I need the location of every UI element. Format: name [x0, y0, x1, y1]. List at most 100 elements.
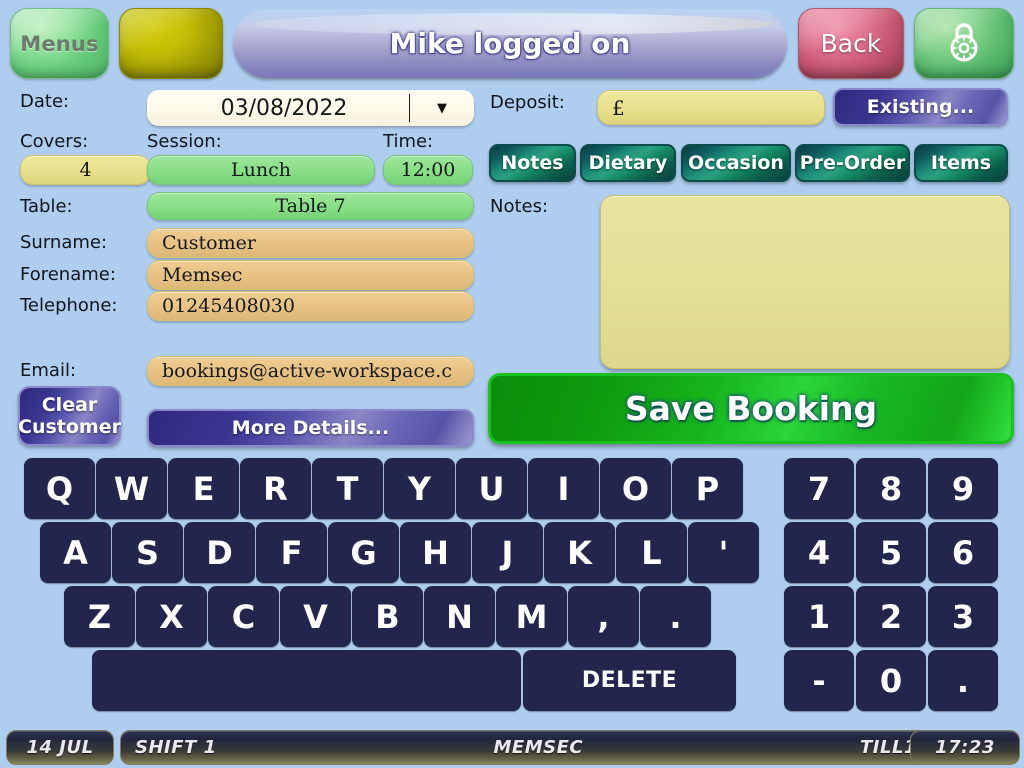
key-l[interactable]: L — [616, 522, 687, 583]
key-u[interactable]: U — [456, 458, 527, 519]
tab-dietary[interactable]: Dietary — [580, 144, 676, 182]
key-space[interactable] — [92, 650, 521, 711]
deposit-label: Deposit: — [490, 92, 565, 113]
numpad-key-period[interactable]: . — [928, 650, 998, 711]
date-input[interactable]: 03/08/2022 ▼ — [147, 90, 474, 126]
covers-value: 4 — [79, 159, 92, 181]
numpad-key-9[interactable]: 9 — [928, 458, 998, 519]
key-w[interactable]: W — [96, 458, 167, 519]
key-s-label: S — [135, 533, 160, 572]
numpad-key-9-label: 9 — [951, 469, 975, 508]
key-z[interactable]: Z — [64, 586, 135, 647]
key-i[interactable]: I — [528, 458, 599, 519]
key-v-label: V — [303, 597, 328, 636]
deposit-input[interactable]: £ — [597, 90, 825, 125]
chevron-down-icon[interactable]: ▼ — [410, 101, 474, 116]
notes-textarea[interactable] — [600, 195, 1010, 369]
logged-on-text: Mike logged on — [389, 27, 631, 60]
key-e[interactable]: E — [168, 458, 239, 519]
key-m[interactable]: M — [496, 586, 567, 647]
key-f[interactable]: F — [256, 522, 327, 583]
padlock-icon — [946, 21, 982, 67]
key-c[interactable]: C — [208, 586, 279, 647]
numpad-key-7[interactable]: 7 — [784, 458, 854, 519]
time-selector[interactable]: 12:00 — [383, 155, 473, 185]
tab-occasion[interactable]: Occasion — [681, 144, 791, 182]
unlabeled-olive-button[interactable] — [119, 8, 223, 79]
numpad-key-1[interactable]: 1 — [784, 586, 854, 647]
menus-button-label: Menus — [20, 31, 99, 56]
table-selector[interactable]: Table 7 — [147, 192, 474, 220]
key-q-label: Q — [45, 469, 74, 508]
key-n[interactable]: N — [424, 586, 495, 647]
key-comma-label: , — [597, 597, 610, 636]
numpad-key-5[interactable]: 5 — [856, 522, 926, 583]
menus-button[interactable]: Menus — [10, 8, 109, 79]
numpad-key-8-label: 8 — [879, 469, 903, 508]
session-selector[interactable]: Lunch — [147, 155, 375, 185]
key-q[interactable]: Q — [24, 458, 95, 519]
numpad-key-6[interactable]: 6 — [928, 522, 998, 583]
numpad-key-minus[interactable]: - — [784, 650, 854, 711]
key-k[interactable]: K — [544, 522, 615, 583]
key-y[interactable]: Y — [384, 458, 455, 519]
key-period[interactable]: . — [640, 586, 711, 647]
lock-button[interactable] — [914, 8, 1014, 79]
key-g[interactable]: G — [328, 522, 399, 583]
key-p[interactable]: P — [672, 458, 743, 519]
key-r-label: R — [263, 469, 288, 508]
key-f-label: F — [280, 533, 303, 572]
status-date-label: 14 JUL — [26, 737, 94, 758]
key-apostrophe[interactable]: ' — [688, 522, 759, 583]
key-j-label: J — [501, 533, 514, 572]
status-till-label: TILL1 — [860, 737, 917, 758]
session-value: Lunch — [231, 159, 291, 181]
tab-notes[interactable]: Notes — [489, 144, 576, 182]
key-x[interactable]: X — [136, 586, 207, 647]
key-v[interactable]: V — [280, 586, 351, 647]
numpad-key-4[interactable]: 4 — [784, 522, 854, 583]
email-input[interactable]: bookings@active-workspace.c — [147, 356, 474, 386]
more-details-button[interactable]: More Details... — [147, 409, 474, 447]
time-label: Time: — [383, 131, 434, 152]
numpad-key-0-label: 0 — [879, 661, 903, 700]
clear-customer-button[interactable]: Clear Customer — [18, 386, 121, 446]
numpad-key-2[interactable]: 2 — [856, 586, 926, 647]
covers-input[interactable]: 4 — [20, 155, 151, 185]
save-booking-button[interactable]: Save Booking — [488, 373, 1014, 444]
key-h[interactable]: H — [400, 522, 471, 583]
back-button-label: Back — [820, 29, 882, 58]
key-apostrophe-label: ' — [718, 533, 729, 572]
key-e-label: E — [192, 469, 215, 508]
forename-value: Memsec — [162, 264, 243, 286]
key-s[interactable]: S — [112, 522, 183, 583]
tab-items[interactable]: Items — [914, 144, 1008, 182]
numpad-key-4-label: 4 — [807, 533, 831, 572]
telephone-value: 01245408030 — [162, 295, 295, 317]
forename-input[interactable]: Memsec — [147, 260, 474, 290]
key-a-label: A — [63, 533, 88, 572]
back-button[interactable]: Back — [798, 8, 904, 79]
numpad-key-8[interactable]: 8 — [856, 458, 926, 519]
key-j[interactable]: J — [472, 522, 543, 583]
save-booking-label: Save Booking — [624, 389, 878, 428]
key-t[interactable]: T — [312, 458, 383, 519]
key-b[interactable]: B — [352, 586, 423, 647]
existing-button[interactable]: Existing... — [833, 88, 1008, 126]
tab-preorder[interactable]: Pre-Order — [795, 144, 910, 182]
numpad-key-0[interactable]: 0 — [856, 650, 926, 711]
key-t-label: T — [336, 469, 359, 508]
numpad-key-3[interactable]: 3 — [928, 586, 998, 647]
key-comma[interactable]: , — [568, 586, 639, 647]
session-label: Session: — [147, 131, 222, 152]
key-a[interactable]: A — [40, 522, 111, 583]
key-d[interactable]: D — [184, 522, 255, 583]
key-o[interactable]: O — [600, 458, 671, 519]
key-g-label: G — [350, 533, 377, 572]
key-delete[interactable]: DELETE — [523, 650, 736, 711]
clear-customer-label-line2: Customer — [18, 416, 121, 438]
key-y-label: Y — [407, 469, 432, 508]
telephone-input[interactable]: 01245408030 — [147, 291, 474, 321]
surname-input[interactable]: Customer — [147, 228, 474, 258]
key-r[interactable]: R — [240, 458, 311, 519]
